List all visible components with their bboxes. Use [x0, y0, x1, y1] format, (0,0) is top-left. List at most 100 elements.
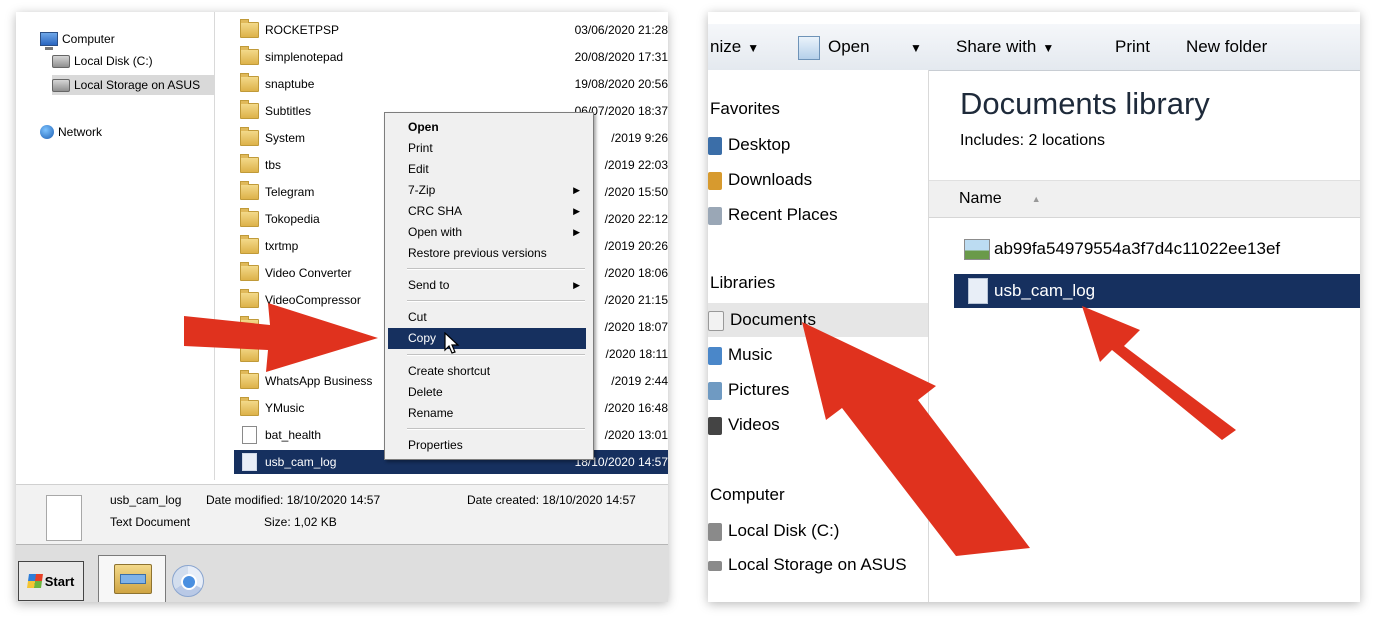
mouse-cursor-icon [444, 332, 460, 354]
file-row-snaptube[interactable]: snaptube 19/08/2020 20:56 [234, 72, 668, 96]
menu-item-open-with[interactable]: Open with ▶ [388, 222, 586, 243]
menu-item-label: Send to [408, 278, 450, 292]
nav-label: Computer [62, 32, 115, 46]
menu-item-copy[interactable]: Copy [388, 328, 586, 349]
open-dropdown-button[interactable]: ▼ [904, 24, 922, 70]
menu-separator [407, 428, 585, 430]
computer-icon [40, 32, 58, 50]
details-size: Size: 1,02 KB [264, 515, 337, 529]
open-button[interactable]: Open [798, 24, 870, 70]
menu-item-create-shortcut[interactable]: Create shortcut [388, 361, 586, 382]
menu-separator [407, 268, 585, 270]
nav-item-pictures[interactable]: Pictures [708, 373, 928, 407]
library-includes: Includes: 2 locations [960, 132, 1105, 150]
folder-icon [240, 127, 259, 146]
nav-item-downloads[interactable]: Downloads [708, 163, 928, 197]
organize-label: nize [710, 37, 742, 56]
menu-item-label: CRC SHA [408, 204, 463, 218]
nav-item-network[interactable]: Network [40, 122, 102, 142]
folder-explorer-icon [114, 564, 152, 594]
share-with-label: Share with [956, 37, 1037, 56]
disk-icon [52, 54, 70, 68]
nav-item-local-storage[interactable]: Local Storage on ASUS [708, 548, 928, 582]
file-row-image[interactable]: ab99fa54979554a3f7d4c11022ee13ef [954, 232, 1360, 266]
nav-item-local-storage[interactable]: Local Storage on ASUS [52, 75, 214, 95]
folder-icon [240, 154, 259, 173]
share-with-button[interactable]: Share with ▼ [956, 24, 1054, 70]
details-date-modified: Date modified: 18/10/2020 14:57 [206, 493, 381, 507]
menu-separator [407, 354, 585, 356]
menu-item-cut[interactable]: Cut [388, 307, 586, 328]
nav-item-desktop[interactable]: Desktop [708, 128, 928, 162]
start-button[interactable]: Start [18, 561, 84, 601]
organize-menu-button[interactable]: nize ▼ [710, 24, 759, 70]
explorer-window-left: Computer Local Disk (C:) Local Storage o… [16, 12, 668, 602]
menu-item-properties[interactable]: Properties [388, 435, 586, 456]
column-header-name[interactable]: Name ▲ [929, 180, 1360, 218]
storage-icon [708, 560, 722, 571]
nav-heading-libraries[interactable]: Libraries [710, 268, 775, 298]
menu-item-label: 7-Zip [408, 183, 436, 197]
nav-item-music[interactable]: Music [708, 338, 928, 372]
nav-label: Music [728, 345, 773, 364]
nav-heading-favorites[interactable]: Favorites [710, 94, 780, 124]
folder-icon [240, 262, 259, 281]
print-button[interactable]: Print [1115, 24, 1150, 70]
details-file-type: Text Document [110, 515, 191, 529]
document-preview-icon [46, 495, 82, 541]
nav-item-recent-places[interactable]: Recent Places [708, 198, 928, 232]
folder-icon [240, 208, 259, 227]
folder-icon [240, 370, 259, 389]
nav-item-computer[interactable]: Computer [40, 29, 115, 50]
image-file-icon [964, 238, 990, 260]
menu-item-send-to[interactable]: Send to ▶ [388, 275, 586, 296]
nav-label: Local Disk (C:) [728, 521, 840, 540]
nav-label: Documents [730, 310, 816, 329]
new-folder-button[interactable]: New folder [1186, 24, 1267, 70]
menu-item-restore-previous[interactable]: Restore previous versions [388, 243, 586, 264]
nav-item-videos[interactable]: Videos [708, 408, 928, 442]
file-row-simplenotepad[interactable]: simplenotepad 20/08/2020 17:31 [234, 45, 668, 69]
menu-item-7zip[interactable]: 7-Zip ▶ [388, 180, 586, 201]
file-name: snaptube [265, 77, 315, 91]
menu-item-rename[interactable]: Rename [388, 403, 586, 424]
navigation-pane: Favorites Desktop Downloads Recent Place… [708, 70, 929, 602]
includes-label: Includes: [960, 132, 1025, 149]
documents-icon [708, 310, 724, 331]
file-row-rocketpsp[interactable]: ROCKETPSP 03/06/2020 21:28 [234, 18, 668, 42]
page-title: Documents library [960, 86, 1210, 121]
chevron-down-icon: ▼ [747, 41, 760, 55]
nav-item-local-disk[interactable]: Local Disk (C:) [52, 51, 153, 71]
nav-item-documents[interactable]: Documents [708, 303, 928, 337]
nav-label: Videos [728, 415, 780, 434]
menu-item-crc-sha[interactable]: CRC SHA ▶ [388, 201, 586, 222]
folder-icon [240, 343, 259, 362]
folder-icon [240, 289, 259, 308]
file-date: 19/08/2020 20:56 [574, 77, 668, 91]
submenu-arrow-icon: ▶ [573, 185, 580, 195]
locations-link[interactable]: 2 locations [1029, 132, 1106, 149]
windows-logo-icon [26, 574, 43, 588]
file-row-usb-cam-log[interactable]: usb_cam_log [954, 274, 1360, 308]
nav-label: Local Storage on ASUS [74, 78, 201, 92]
taskbar-chrome-button[interactable] [170, 563, 206, 599]
menu-item-delete[interactable]: Delete [388, 382, 586, 403]
taskbar-explorer-button[interactable] [98, 555, 166, 602]
menu-item-edit[interactable]: Edit [388, 159, 586, 180]
chrome-icon [172, 565, 204, 597]
menu-item-print[interactable]: Print [388, 138, 586, 159]
folder-icon [240, 73, 259, 92]
videos-icon [708, 416, 722, 435]
command-toolbar: nize ▼ Open ▼ Share with ▼ Print New folde… [708, 24, 1360, 71]
folder-icon [240, 316, 259, 335]
folder-icon [240, 235, 259, 254]
menu-item-open[interactable]: Open [388, 117, 586, 138]
context-menu: Open Print Edit 7-Zip ▶ CRC SHA ▶ Open wit… [384, 112, 594, 460]
column-header-label: Name [959, 190, 1002, 207]
nav-label: Local Disk (C:) [74, 54, 153, 68]
nav-label: Recent Places [728, 205, 838, 224]
nav-item-local-disk[interactable]: Local Disk (C:) [708, 514, 928, 548]
file-name: usb_cam_log [994, 281, 1096, 300]
desktop-icon [708, 136, 722, 155]
nav-heading-computer[interactable]: Computer [710, 480, 785, 510]
